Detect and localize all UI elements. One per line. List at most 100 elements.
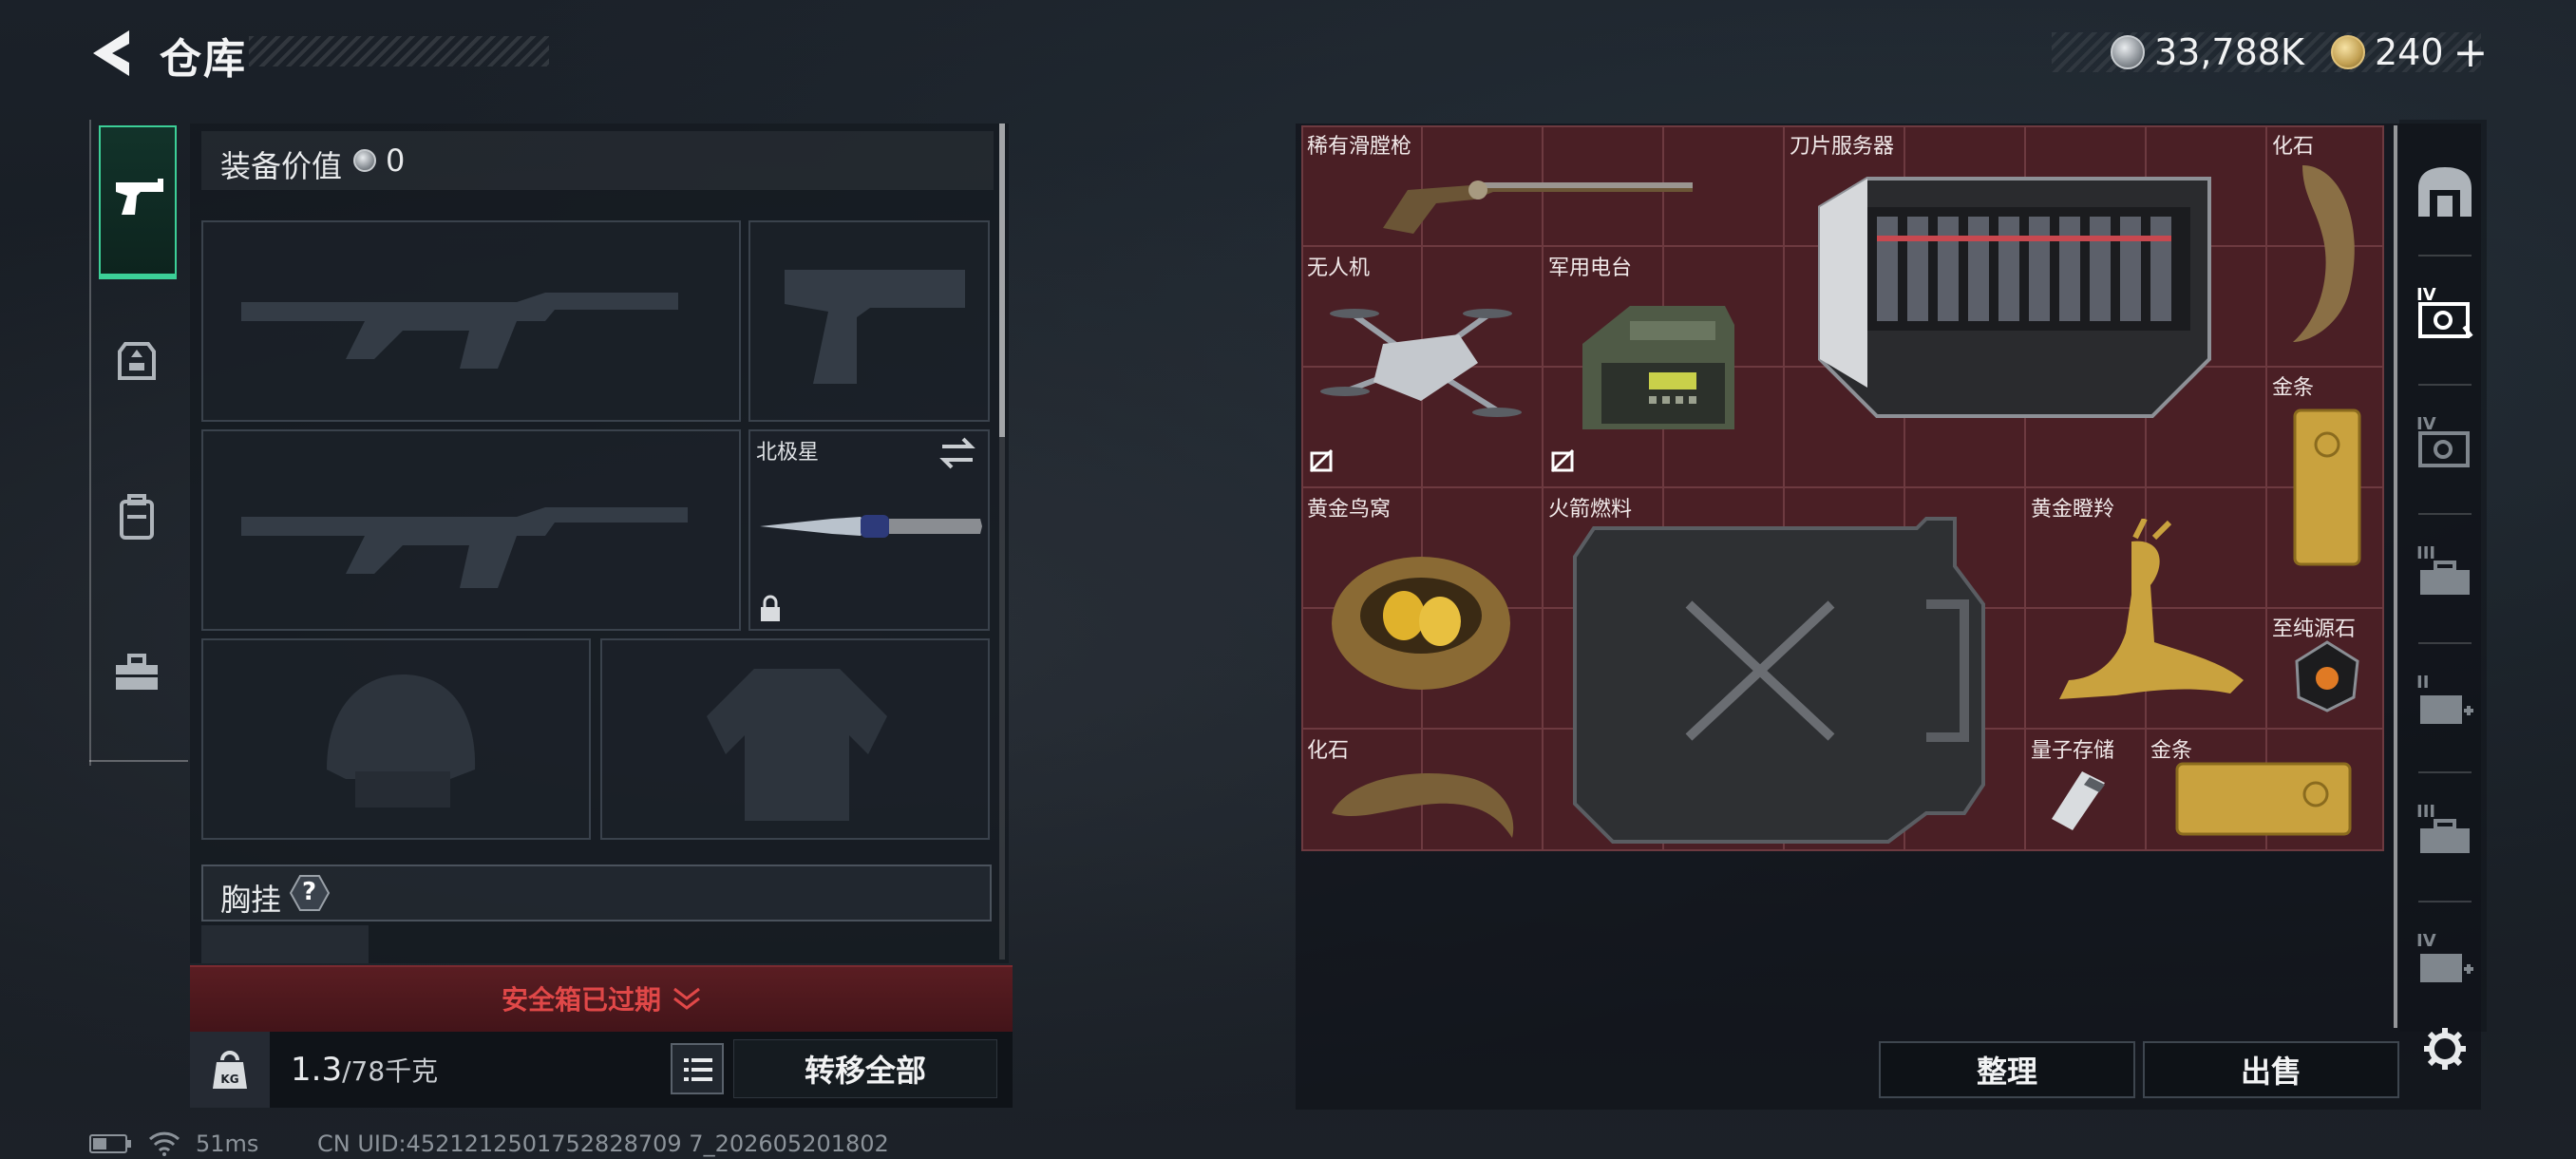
backpack-icon [120,494,154,540]
stash-tab-tier-3[interactable]: III [2413,543,2477,604]
status-row: 51ms [89,1130,258,1157]
settings-button[interactable] [2422,1026,2468,1072]
rifle-silhouette-icon [241,293,678,369]
back-button[interactable] [87,27,137,80]
musket-icon [1383,180,1693,234]
rail-separator [2418,384,2472,386]
ping-value: 51ms [196,1130,259,1157]
stash-tab-main[interactable] [2413,162,2477,222]
toolbox-icon [2420,819,2470,853]
stash-item-quantum-storage[interactable]: 量子存储 [2027,732,2143,849]
primary-weapon-slot-2[interactable] [201,429,741,631]
safe-box-icon [2418,302,2473,338]
stash-item-musket[interactable]: 稀有滑膛枪 [1303,127,1782,245]
stash-item-drone[interactable]: 无人机 [1303,249,1541,479]
stash-item-gold-bar[interactable]: 金条 [2268,369,2384,602]
safebox-expired[interactable]: 安全箱已过期 [190,965,1013,1032]
silver-currency[interactable]: 33,788K [2111,28,2304,76]
medkit-add-icon [2420,695,2473,724]
body-armor-slot[interactable] [600,638,990,840]
rail-divider-bottom [89,760,188,762]
svg-text:KG: KG [220,1073,238,1086]
list-icon [684,1058,712,1081]
helmet-slot[interactable] [201,638,591,840]
item-label: 稀有滑膛枪 [1307,135,1412,159]
weight-readout: 1.3/78千克 [291,1051,438,1089]
pistol-silhouette-icon [785,270,965,384]
tab-armor[interactable] [108,332,165,390]
back-arrow-icon [93,30,129,76]
tab-toolbox[interactable] [108,644,165,701]
stash-item-military-radio[interactable]: 军用电台 [1544,249,1782,479]
tab-weapons[interactable] [99,125,177,279]
primary-weapon-slot-1[interactable] [201,220,741,422]
rail-separator [2418,513,2472,515]
loadout-scroll-thumb[interactable] [999,124,1005,437]
helmet-silhouette-icon [327,674,476,808]
toolbox-icon [2420,560,2470,595]
equip-value: 0 [386,142,406,179]
sell-button[interactable]: 出售 [2143,1041,2399,1098]
rail-separator [2418,642,2472,644]
melee-slot[interactable]: 北极星 [748,429,990,631]
chest-rig-slot[interactable] [201,925,369,963]
list-view-button[interactable] [671,1043,724,1094]
melee-name: 北极星 [756,441,820,465]
gazelle-statue-icon [2059,519,2244,699]
tab-backpack[interactable] [108,488,165,545]
gold-bar-icon [2293,408,2361,566]
transfer-all-button[interactable]: 转移全部 [733,1039,997,1098]
vest-silhouette-icon [707,669,887,821]
stash-tabs-divider [2394,125,2397,1028]
swap-icon[interactable] [938,437,976,469]
user-uid: CN UID:4521212501752828709 7_20260520180… [317,1130,889,1157]
stash-tab-tier-4-active[interactable]: IV [2413,285,2477,346]
safebox-expired-label: 安全箱已过期 [501,984,661,1016]
sidearm-slot[interactable] [748,220,990,422]
item-label: 金条 [2272,376,2315,400]
stash-tab-tier-3-b[interactable]: III [2413,802,2477,863]
add-currency-button[interactable]: + [2453,28,2489,77]
stash-item-source-stone[interactable]: 至纯源石 [2268,610,2384,724]
wifi-icon [148,1131,180,1156]
silver-coin-icon [353,149,376,172]
fuel-can-icon [1573,517,1985,844]
safe-box-icon [2418,431,2470,467]
drone-icon [1320,309,1522,417]
help-glyph: ? [302,878,317,906]
weight-icon-box: KG [190,1032,270,1108]
stash-tab-tier-4-b[interactable]: IV [2413,931,2477,992]
help-button[interactable]: ? [289,874,331,912]
lock-icon [761,595,780,621]
sort-button[interactable]: 整理 [1879,1041,2135,1098]
knife-icon [760,515,982,538]
item-label: 军用电台 [1548,256,1633,280]
stash-item-golden-nest[interactable]: 黄金鸟窝 [1303,490,1541,724]
toolbox-icon [116,654,158,690]
silver-coin-icon [2111,35,2145,69]
medkit-add-icon [2420,954,2473,982]
warehouse-icon [2418,167,2472,217]
stash-item-fossil-claw[interactable]: 化石 [2268,127,2384,365]
stash-item-rocket-fuel[interactable]: 火箭燃料 [1544,490,2023,851]
claw-fossil-icon [2293,165,2355,342]
stash-item-fossil-claw-2[interactable]: 化石 [1303,732,1541,849]
gold-currency[interactable]: 240 + [2331,28,2489,77]
pistol-icon [116,179,163,215]
rail-separator [2418,771,2472,773]
stash-item-golden-gazelle[interactable]: 黄金瞪羚 [2027,490,2264,724]
weight-kg-icon: KG [213,1051,247,1089]
weight-current: 1.3 [291,1051,343,1089]
item-label: 黄金鸟窝 [1307,498,1392,522]
item-label: 刀片服务器 [1790,135,1895,159]
gold-amount: 240 [2375,31,2444,73]
stash-item-gold-bar-2[interactable]: 金条 [2147,732,2382,849]
page-title: 仓库 [160,35,247,84]
usb-drive-icon [2052,771,2105,830]
stash-tab-tier-4[interactable]: IV [2413,414,2477,475]
rail-separator [2418,255,2472,256]
stash-item-blade-server[interactable]: 刀片服务器 [1786,127,2264,479]
stash-tab-tier-2[interactable]: II [2413,673,2477,733]
rifle-silhouette-icon [241,507,688,588]
no-sell-icon [1309,448,1334,473]
